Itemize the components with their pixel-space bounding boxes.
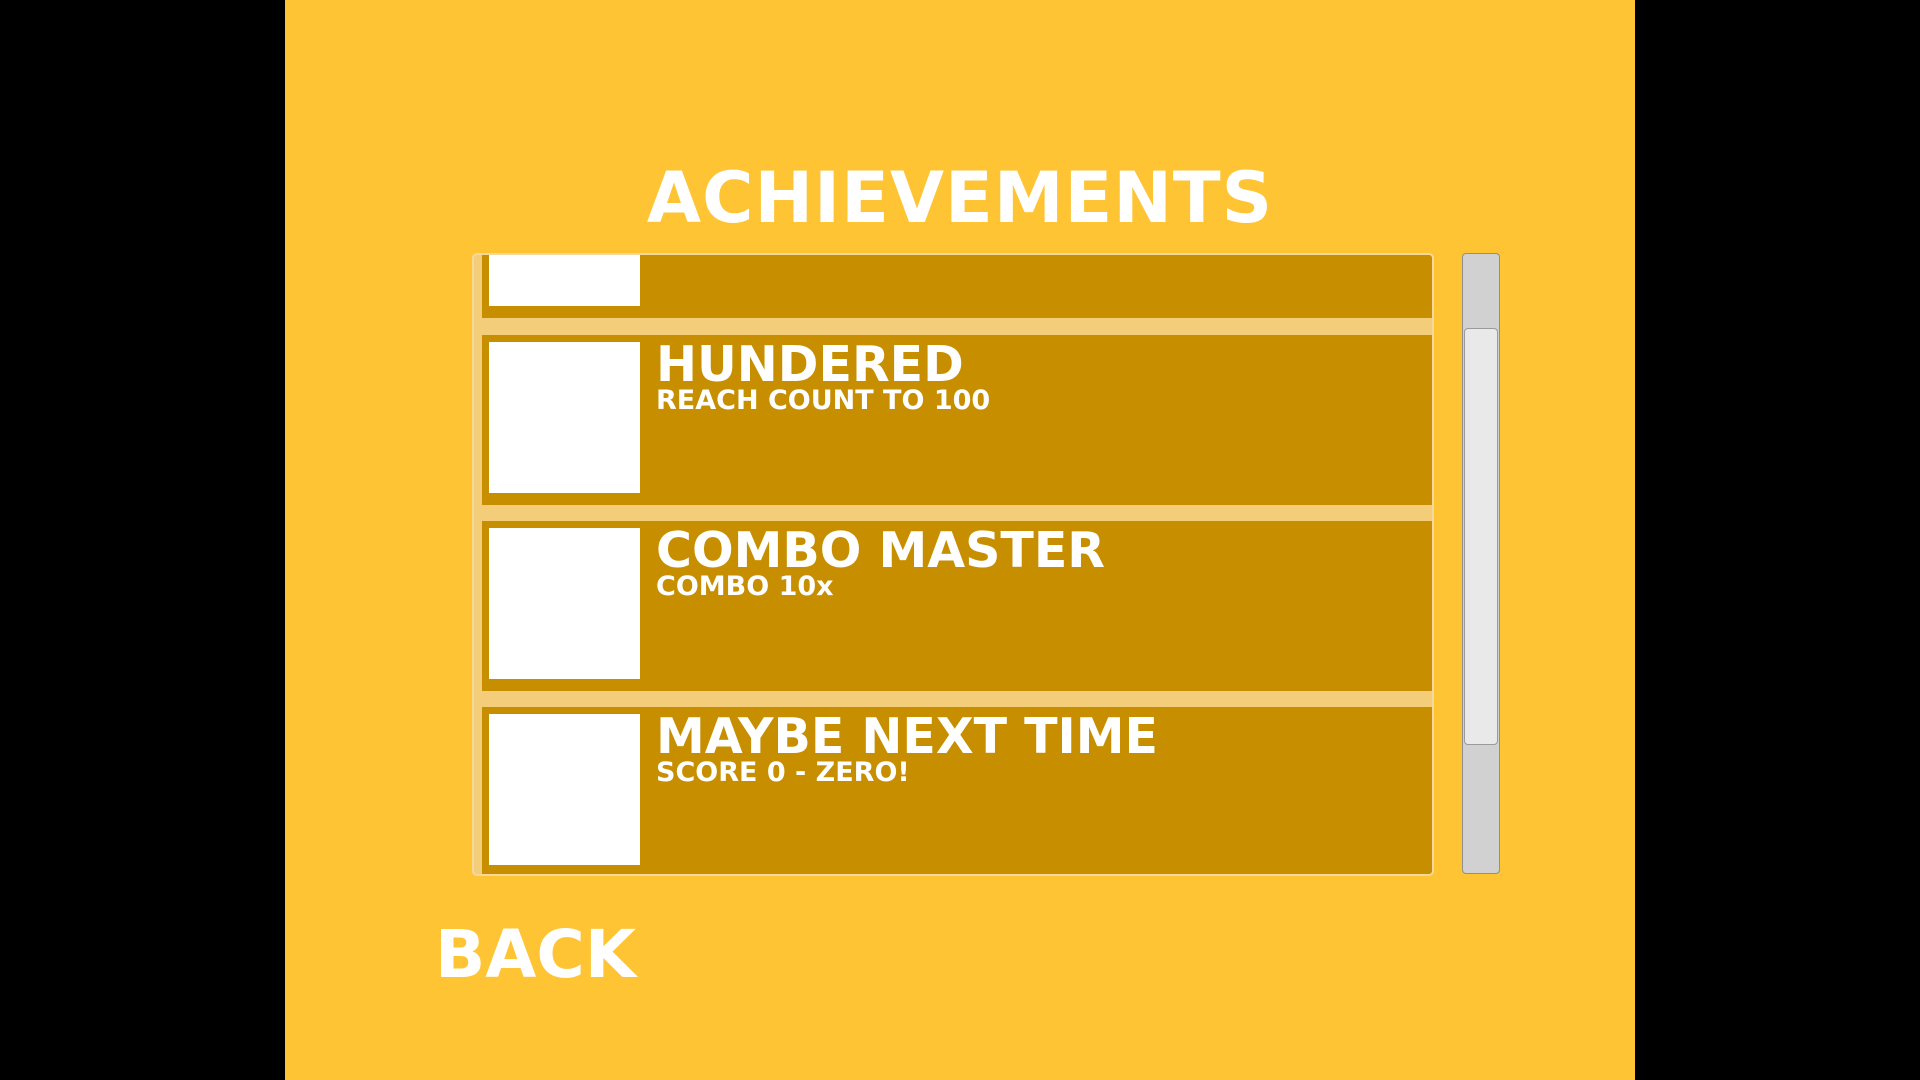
achievement-description: SCORE 0 - ZERO! [656, 757, 910, 788]
achievement-description: REACH COUNT TO 100 [656, 385, 991, 416]
achievement-icon [489, 714, 640, 865]
game-screen: ACHIEVEMENTS HUNDERED REACH COUNT TO 100… [0, 0, 1920, 1080]
achievement-icon [489, 528, 640, 679]
achievement-icon [489, 255, 640, 306]
achievement-description: COMBO 10x [656, 571, 834, 602]
achievements-list-content: HUNDERED REACH COUNT TO 100 COMBO MASTER… [474, 255, 1432, 874]
achievements-list[interactable]: HUNDERED REACH COUNT TO 100 COMBO MASTER… [472, 253, 1434, 876]
achievement-row[interactable] [482, 255, 1432, 318]
achievement-row[interactable]: MAYBE NEXT TIME SCORE 0 - ZERO! [482, 707, 1432, 874]
scrollbar-thumb[interactable] [1464, 328, 1498, 745]
achievement-row[interactable]: COMBO MASTER COMBO 10x [482, 521, 1432, 691]
list-scrollbar[interactable] [1462, 253, 1500, 874]
achievements-screen: ACHIEVEMENTS HUNDERED REACH COUNT TO 100… [285, 0, 1635, 1080]
achievement-icon [489, 342, 640, 493]
achievement-row[interactable]: HUNDERED REACH COUNT TO 100 [482, 335, 1432, 505]
back-button[interactable]: BACK [435, 915, 636, 995]
page-title: ACHIEVEMENTS [646, 157, 1274, 239]
